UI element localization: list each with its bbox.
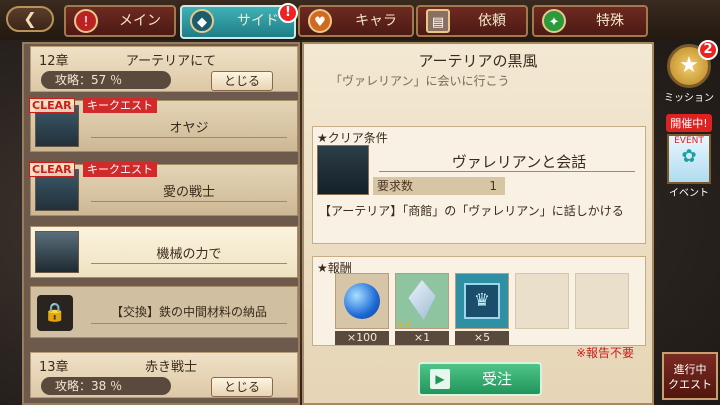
- chapter-name: 13章: [39, 360, 69, 375]
- blue-orb-icon: [344, 283, 380, 319]
- mission-label: ミッション: [664, 93, 714, 104]
- reward-count: ×5: [455, 331, 509, 345]
- back-button[interactable]: ❮: [6, 6, 54, 32]
- quest-item-kikai-no-chikara[interactable]: 機械の力で: [30, 226, 298, 278]
- in-progress-label: 進行中: [673, 363, 707, 376]
- tab-chara[interactable]: ♥ キャラ: [298, 5, 414, 37]
- event-label: イベント: [669, 188, 709, 199]
- event-button[interactable]: 開催中! EVENT ✿ イベント: [662, 114, 716, 199]
- accept-label: 受注: [481, 370, 512, 388]
- book-icon: ▶: [430, 369, 450, 389]
- reward-quill[interactable]: ★★: [395, 273, 449, 330]
- top-nav-bar: ❮ ! メイン ◆ サイド ! ♥ キャラ ▤ 依頼 ✦ 特殊: [0, 0, 720, 40]
- reward-count: ×100: [335, 331, 389, 345]
- quest-name: 愛の戦士: [162, 185, 215, 200]
- chapter-close-button[interactable]: とじる: [211, 71, 273, 91]
- quest-detail-subtitle: 「ヴァレリアン」に会いに行こう: [330, 74, 510, 88]
- chapter-progress: 攻略：57 ％: [41, 71, 171, 89]
- tab-chara-label: キャラ: [355, 13, 397, 29]
- shield-icon: ◆: [190, 9, 214, 33]
- chapter-12-header[interactable]: 12章 アーテリアにて 攻略：57 ％ とじる: [30, 46, 298, 92]
- event-active-badge: 開催中!: [666, 114, 712, 132]
- feather-quill-icon: [408, 280, 436, 320]
- chapter-progress: 攻略：38 ％: [41, 377, 171, 395]
- in-progress-quest-button[interactable]: 進行中 クエスト: [662, 352, 718, 400]
- quest-item-exchange[interactable]: 🔒 【交換】鉄の中間材料の納品: [30, 286, 298, 338]
- tab-request-label: 依頼: [478, 13, 506, 29]
- clear-stamp: CLEAR: [29, 98, 75, 113]
- reward-section: ★報酬 ×100 ★★ ×1 ♛ ×5: [312, 256, 646, 346]
- character-portrait: [317, 145, 369, 195]
- required-count: 要求数 1: [373, 177, 505, 195]
- mission-button[interactable]: ★ 2 ミッション: [662, 40, 718, 104]
- quest-name: 機械の力で: [156, 247, 222, 262]
- report-note: ※報告不要: [575, 346, 634, 360]
- reward-count: ×1: [395, 331, 449, 345]
- tab-request[interactable]: ▤ 依頼: [416, 5, 528, 37]
- reward-crown-box[interactable]: ♛: [455, 273, 509, 329]
- divider: [91, 323, 287, 324]
- chapter-title: アーテリアにて: [125, 54, 217, 69]
- lock-icon: 🔒: [37, 295, 73, 331]
- quest-name: 【交換】鉄の中間材料の納品: [110, 305, 267, 319]
- event-bird-icon: EVENT ✿: [667, 134, 711, 184]
- chapter-title: 赤き戦士: [144, 360, 197, 375]
- condition-description: 【アーテリア】「商館」の「ヴァレリアン」に話しかける: [319, 204, 624, 218]
- key-quest-tag: キークエスト: [83, 98, 157, 113]
- event-tag: EVENT: [674, 136, 704, 146]
- chapter-name: 12章: [39, 54, 69, 69]
- tab-special-label: 特殊: [596, 13, 624, 29]
- quest-label: クエスト: [668, 378, 712, 391]
- key-quest-tag: キークエスト: [83, 162, 157, 177]
- tab-main[interactable]: ! メイン: [64, 5, 176, 37]
- quest-item-ai-no-senshi[interactable]: CLEAR キークエスト 愛の戦士: [29, 162, 298, 216]
- tab-main-label: メイン: [119, 13, 161, 29]
- heart-icon: ♥: [308, 9, 332, 33]
- special-key-icon: ✦: [542, 9, 566, 33]
- divider: [91, 201, 287, 202]
- accept-quest-button[interactable]: ▶ 受注: [418, 362, 542, 396]
- request-scroll-icon: ▤: [426, 9, 450, 33]
- clear-stamp: CLEAR: [29, 162, 75, 177]
- quest-item-oyaji[interactable]: CLEAR キークエスト オヤジ: [29, 98, 298, 152]
- rarity-stars: ★★: [396, 320, 413, 330]
- quest-name: オヤジ: [169, 121, 209, 136]
- reward-blue-orb[interactable]: [335, 273, 389, 329]
- compass-icon: !: [74, 9, 98, 33]
- chapter-close-button[interactable]: とじる: [211, 377, 273, 397]
- tab-special[interactable]: ✦ 特殊: [532, 5, 648, 37]
- quest-list-panel: 12章 アーテリアにて 攻略：57 ％ とじる CLEAR キークエスト オヤジ…: [22, 42, 300, 405]
- reward-slot-empty: [575, 273, 629, 329]
- condition-target: ヴァレリアンと会話: [451, 153, 587, 171]
- quest-detail-panel: アーテリアの黒風 「ヴァレリアン」に会いに行こう ★クリア条件 ヴァレリアンと会…: [302, 42, 654, 405]
- quest-thumbnail: [35, 231, 79, 273]
- back-arrow-icon: ❮: [23, 9, 37, 28]
- mission-count-badge: 2: [698, 40, 718, 60]
- divider: [91, 263, 287, 264]
- divider: [91, 137, 287, 138]
- divider: [379, 171, 635, 172]
- reward-slot-empty: [515, 273, 569, 329]
- quest-detail-title: アーテリアの黒風: [418, 52, 538, 70]
- clear-condition-header: ★クリア条件: [317, 131, 388, 145]
- side-alert-badge: !: [278, 3, 298, 23]
- clear-condition-section: ★クリア条件 ヴァレリアンと会話 要求数 1 【アーテリア】「商館」の「ヴァレリア…: [312, 126, 646, 244]
- chapter-13-header[interactable]: 13章 赤き戦士 攻略：38 ％ とじる: [30, 352, 298, 398]
- crown-box-icon: ♛: [464, 283, 500, 319]
